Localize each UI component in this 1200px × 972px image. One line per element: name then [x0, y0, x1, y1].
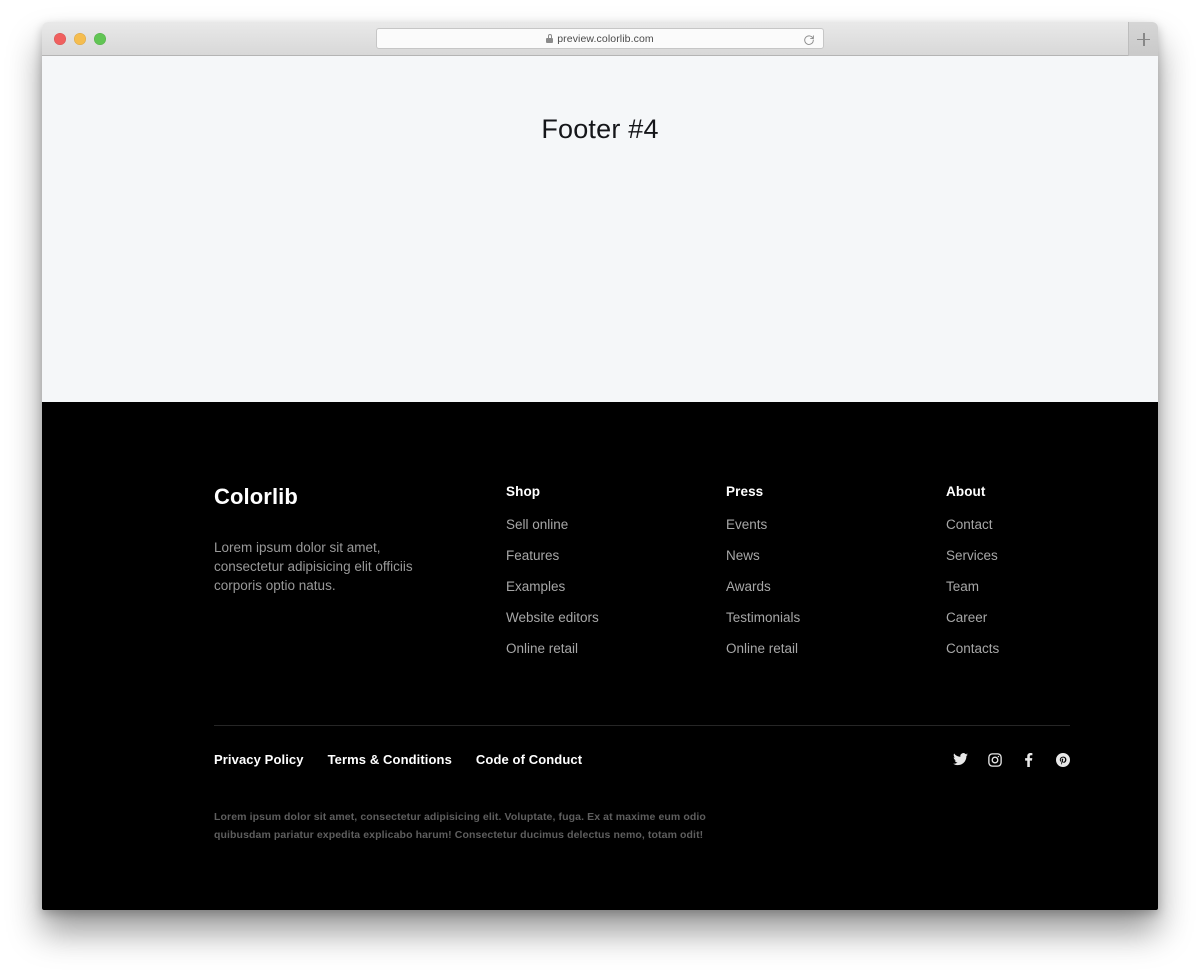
- twitter-icon[interactable]: [953, 752, 968, 767]
- brand-name: Colorlib: [214, 484, 298, 509]
- reload-icon[interactable]: [803, 33, 815, 45]
- footer-link-website-editors[interactable]: Website editors: [506, 610, 599, 625]
- footer-columns: Colorlib Lorem ipsum dolor sit amet, con…: [214, 402, 1070, 658]
- list-item: Contact: [946, 516, 999, 534]
- footer-fine-print: Lorem ipsum dolor sit amet, consectetur …: [214, 811, 706, 841]
- plus-icon: [1137, 32, 1150, 46]
- footer-link-list: Events News Awards Testimonials Online r…: [726, 516, 946, 658]
- list-item: Online retail: [726, 640, 946, 658]
- footer-link-features[interactable]: Features: [506, 548, 559, 563]
- footer-brand-column: Colorlib Lorem ipsum dolor sit amet, con…: [214, 484, 506, 658]
- new-tab-button[interactable]: [1128, 22, 1158, 56]
- list-item: Awards: [726, 578, 946, 596]
- footer-link-team[interactable]: Team: [946, 579, 979, 594]
- close-window-button[interactable]: [54, 33, 66, 45]
- page-title: Footer #4: [541, 114, 659, 144]
- maximize-window-button[interactable]: [94, 33, 106, 45]
- lock-icon: [546, 34, 554, 43]
- facebook-icon[interactable]: [1021, 752, 1036, 767]
- list-item: Events: [726, 516, 946, 534]
- social-links: [953, 752, 1070, 767]
- legal-links: Privacy Policy Terms & Conditions Code o…: [214, 752, 582, 767]
- footer-column-title: Shop: [506, 484, 541, 499]
- list-item: Website editors: [506, 609, 726, 627]
- list-item: Team: [946, 578, 999, 596]
- footer-link-awards[interactable]: Awards: [726, 579, 771, 594]
- footer-link-services[interactable]: Services: [946, 548, 998, 563]
- instagram-icon[interactable]: [987, 752, 1002, 767]
- site-footer: Colorlib Lorem ipsum dolor sit amet, con…: [42, 402, 1158, 910]
- list-item: Testimonials: [726, 609, 946, 627]
- footer-link-list: Sell online Features Examples Website ed…: [506, 516, 726, 658]
- footer-column-title: About: [946, 484, 986, 499]
- footer-link-career[interactable]: Career: [946, 610, 987, 625]
- footer-link-list: Contact Services Team Career Contacts: [946, 516, 999, 658]
- legal-link-privacy-policy[interactable]: Privacy Policy: [214, 752, 304, 767]
- footer-link-sell-online[interactable]: Sell online: [506, 517, 568, 532]
- hero-section: Footer #4: [42, 56, 1158, 402]
- browser-titlebar: preview.colorlib.com: [42, 22, 1158, 56]
- footer-column-press: Press Events News Awards Testimonials On…: [726, 484, 946, 658]
- footer-inner: Colorlib Lorem ipsum dolor sit amet, con…: [214, 402, 1070, 844]
- page-content: Footer #4 Colorlib Lorem ipsum dolor sit…: [42, 56, 1158, 910]
- footer-link-online-retail[interactable]: Online retail: [506, 641, 578, 656]
- footer-link-examples[interactable]: Examples: [506, 579, 565, 594]
- footer-link-online-retail[interactable]: Online retail: [726, 641, 798, 656]
- address-bar-content: preview.colorlib.com: [546, 33, 654, 45]
- pinterest-icon[interactable]: [1055, 752, 1070, 767]
- list-item: Online retail: [506, 640, 726, 658]
- browser-window: preview.colorlib.com Footer #4 Colorlib: [42, 22, 1158, 910]
- address-bar[interactable]: preview.colorlib.com: [376, 28, 824, 49]
- footer-bottom-bar: Privacy Policy Terms & Conditions Code o…: [214, 726, 1070, 767]
- list-item: Examples: [506, 578, 726, 596]
- footer-link-contact[interactable]: Contact: [946, 517, 993, 532]
- list-item: News: [726, 547, 946, 565]
- list-item: Sell online: [506, 516, 726, 534]
- footer-column-shop: Shop Sell online Features Examples Websi…: [506, 484, 726, 658]
- legal-link-code-of-conduct[interactable]: Code of Conduct: [476, 752, 582, 767]
- footer-link-testimonials[interactable]: Testimonials: [726, 610, 800, 625]
- footer-column-title: Press: [726, 484, 764, 499]
- footer-link-events[interactable]: Events: [726, 517, 767, 532]
- traffic-lights: [54, 33, 106, 45]
- footer-link-contacts[interactable]: Contacts: [946, 641, 999, 656]
- url-text: preview.colorlib.com: [557, 32, 654, 45]
- footer-column-about: About Contact Services Team Career Conta…: [946, 484, 999, 658]
- list-item: Features: [506, 547, 726, 565]
- legal-link-terms-conditions[interactable]: Terms & Conditions: [328, 752, 452, 767]
- footer-link-news[interactable]: News: [726, 548, 760, 563]
- list-item: Career: [946, 609, 999, 627]
- list-item: Contacts: [946, 640, 999, 658]
- brand-description: Lorem ipsum dolor sit amet, consectetur …: [214, 540, 413, 593]
- list-item: Services: [946, 547, 999, 565]
- minimize-window-button[interactable]: [74, 33, 86, 45]
